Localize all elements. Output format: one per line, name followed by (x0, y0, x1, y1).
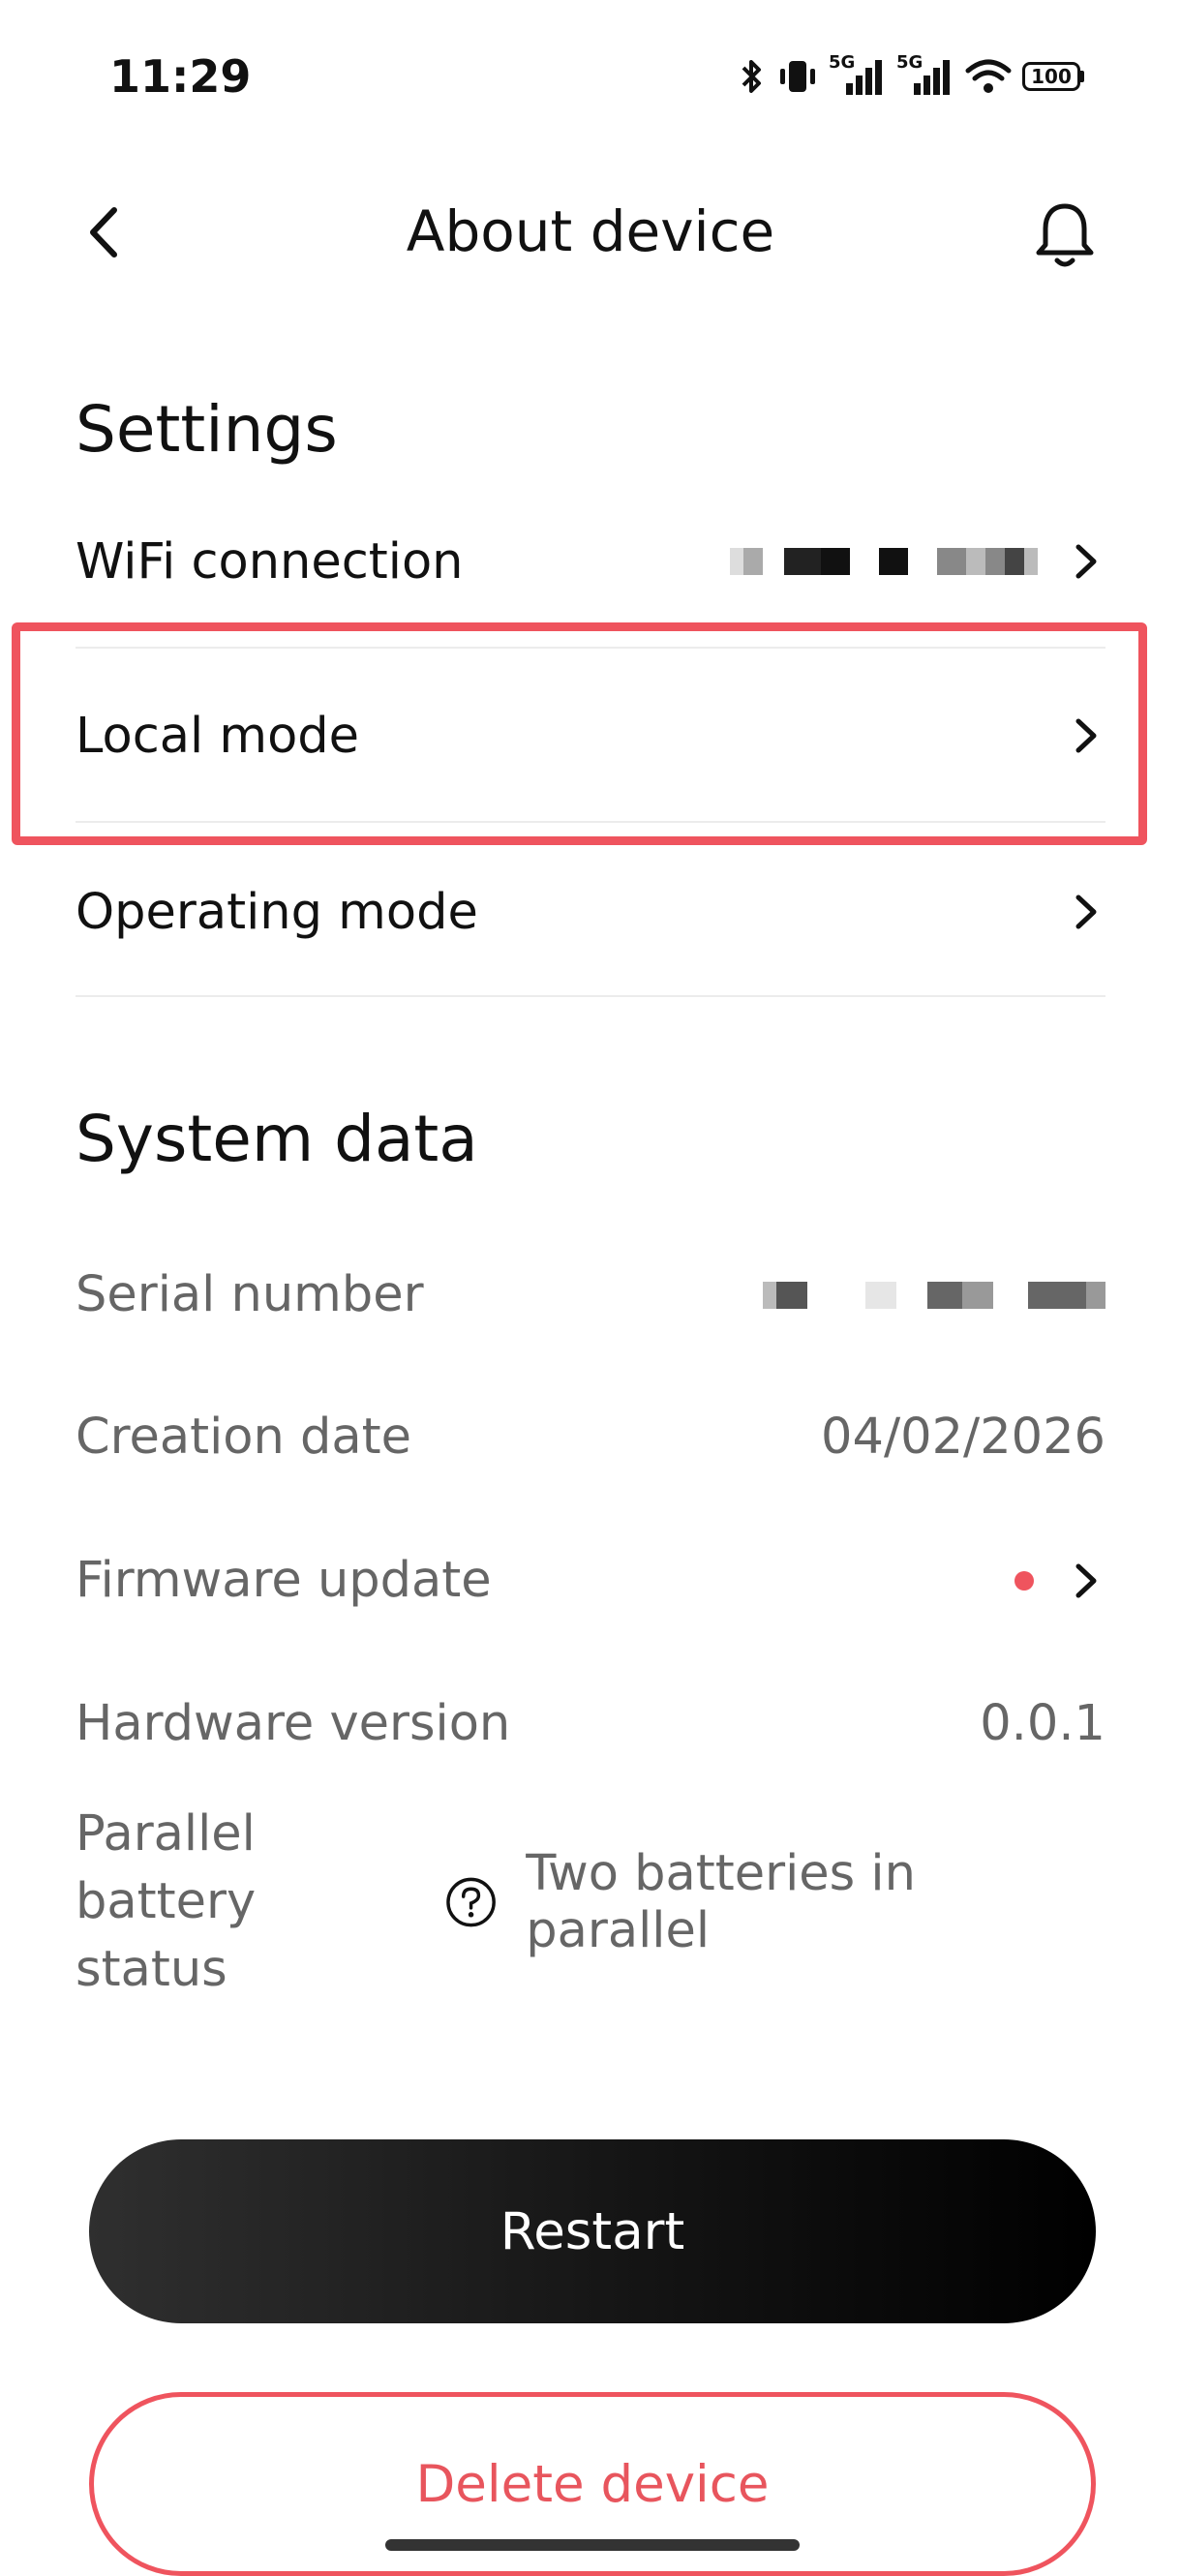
battery-level: 100 (1031, 65, 1072, 88)
settings-section-title: Settings (76, 392, 338, 467)
divider (76, 995, 1105, 997)
operating-mode-label: Operating mode (76, 883, 478, 941)
bluetooth-icon (742, 60, 761, 93)
hardware-version-row: Hardware version 0.0.1 (76, 1687, 1105, 1760)
parallel-battery-label-line2: status (76, 1941, 227, 1998)
serial-number-label: Serial number (76, 1266, 424, 1323)
wifi-icon (965, 59, 1012, 93)
cellular-signal-icon-2: 5G (896, 52, 954, 97)
cellular-signal-icon-1: 5G (829, 52, 887, 97)
creation-date-label: Creation date (76, 1409, 411, 1466)
hardware-version-value: 0.0.1 (980, 1695, 1105, 1752)
restart-button[interactable]: Restart (89, 2139, 1096, 2323)
notification-button[interactable] (1031, 198, 1099, 271)
back-button[interactable] (76, 198, 134, 266)
wifi-connection-label: WiFi connection (76, 532, 464, 591)
parallel-battery-label: Parallel battery status (76, 1801, 445, 2004)
highlight-box (12, 622, 1147, 845)
status-time: 11:29 (109, 50, 252, 103)
firmware-update-label: Firmware update (76, 1552, 492, 1609)
home-indicator (385, 2539, 800, 2551)
creation-date-row: Creation date 04/02/2026 (76, 1401, 1105, 1473)
hardware-version-label: Hardware version (76, 1695, 511, 1752)
bell-icon (1036, 203, 1094, 267)
chevron-right-icon (1075, 894, 1097, 929)
system-data-section-title: System data (76, 1102, 478, 1176)
help-icon[interactable] (445, 1876, 497, 1928)
wifi-network-name-redacted (730, 548, 1038, 575)
creation-date-value: 04/02/2026 (821, 1409, 1105, 1466)
operating-mode-row[interactable]: Operating mode (76, 825, 1105, 999)
vibrate-icon (780, 61, 815, 92)
status-icons: 5G 5G 100 (738, 52, 1084, 97)
serial-number-redacted (763, 1281, 1105, 1309)
parallel-battery-value: Two batteries in parallel (526, 1845, 916, 1959)
page-title: About device (406, 198, 775, 264)
battery-icon: 100 (1022, 62, 1084, 91)
parallel-battery-row: Parallel battery status Two batteries in… (76, 1805, 1105, 1998)
serial-number-row: Serial number (76, 1258, 1105, 1331)
update-available-dot (1014, 1570, 1034, 1591)
chevron-right-icon (1075, 1563, 1097, 1597)
chevron-right-icon (1075, 544, 1097, 579)
parallel-battery-label-line1: Parallel battery (76, 1805, 257, 1930)
back-arrow-icon (90, 207, 117, 258)
firmware-update-row[interactable]: Firmware update (76, 1544, 1105, 1617)
